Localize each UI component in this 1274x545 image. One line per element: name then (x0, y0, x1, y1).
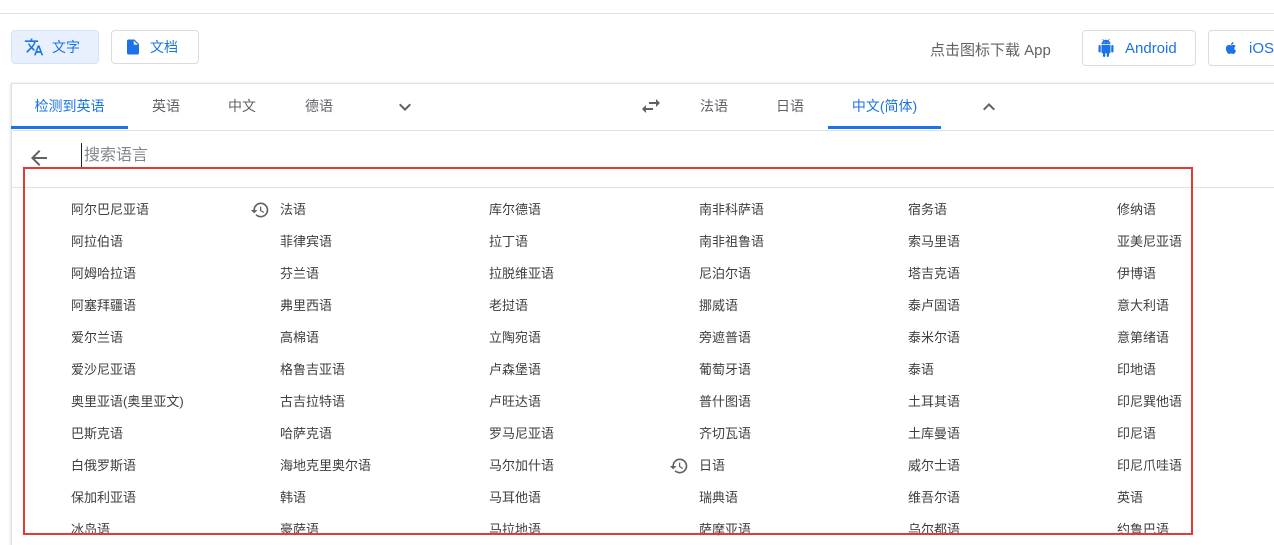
back-arrow-icon[interactable] (27, 146, 51, 170)
language-option[interactable]: 南非祖鲁语 (699, 233, 764, 251)
language-option[interactable]: 阿拉伯语 (71, 233, 123, 251)
chevron-up-icon[interactable] (977, 95, 1001, 119)
tab-source-english[interactable]: 英语 (135, 84, 197, 128)
translate-icon (24, 38, 44, 56)
language-option[interactable]: 阿姆哈拉语 (71, 265, 136, 283)
language-option[interactable]: 罗马尼亚语 (489, 425, 554, 443)
android-label: Android (1125, 39, 1177, 57)
top-divider (0, 0, 1274, 14)
language-option[interactable]: 保加利亚语 (71, 489, 136, 507)
language-option[interactable]: 威尔士语 (908, 457, 960, 475)
language-option[interactable]: 阿尔巴尼亚语 (71, 201, 149, 219)
language-search-row (11, 131, 1274, 188)
language-option[interactable]: 古吉拉特语 (280, 393, 345, 411)
language-option[interactable]: 尼泊尔语 (699, 265, 751, 283)
language-option[interactable]: 爱沙尼亚语 (71, 361, 136, 379)
history-icon (669, 458, 688, 474)
language-option[interactable]: 旁遮普语 (699, 329, 751, 347)
language-option[interactable]: 卢旺达语 (489, 393, 541, 411)
language-option[interactable]: 挪威语 (699, 297, 738, 315)
language-option[interactable]: 巴斯克语 (71, 425, 123, 443)
tab-source-chinese[interactable]: 中文 (211, 84, 273, 128)
language-option[interactable]: 塔吉克语 (908, 265, 960, 283)
language-option[interactable]: 海地克里奥尔语 (280, 457, 371, 475)
language-option[interactable]: 葡萄牙语 (699, 361, 751, 379)
language-option[interactable]: 印地语 (1117, 361, 1156, 379)
language-option[interactable]: 奥里亚语(奥里亚文) (71, 393, 184, 411)
language-option[interactable]: 白俄罗斯语 (71, 457, 136, 475)
language-option[interactable]: 芬兰语 (280, 265, 319, 283)
language-option[interactable]: 英语 (1117, 489, 1143, 507)
document-icon (127, 39, 139, 55)
language-option[interactable]: 约鲁巴语 (1117, 521, 1169, 539)
download-app-label: 点击图标下载 App (930, 42, 1051, 59)
language-option[interactable]: 格鲁吉亚语 (280, 361, 345, 379)
language-option[interactable]: 乌尔都语 (908, 521, 960, 539)
language-option[interactable]: 索马里语 (908, 233, 960, 251)
android-download-button[interactable]: Android (1082, 30, 1196, 66)
chevron-down-icon[interactable] (393, 95, 417, 119)
language-option[interactable]: 土库曼语 (908, 425, 960, 443)
language-option[interactable]: 老挝语 (489, 297, 528, 315)
language-tabs: 检测到英语 英语 中文 德语 法语 日语 中文(简体) (11, 84, 1274, 131)
language-option[interactable]: 修纳语 (1117, 201, 1156, 219)
language-option[interactable]: 土耳其语 (908, 393, 960, 411)
language-option[interactable]: 马尔加什语 (489, 457, 554, 475)
tab-target-french[interactable]: 法语 (683, 84, 745, 128)
apple-icon (1225, 42, 1237, 55)
language-option[interactable]: 冰岛语 (71, 521, 110, 539)
language-option[interactable]: 印尼语 (1117, 425, 1156, 443)
language-option[interactable]: 韩语 (280, 489, 306, 507)
language-option[interactable]: 爱尔兰语 (71, 329, 123, 347)
language-option[interactable]: 南非科萨语 (699, 201, 764, 219)
tab-target-chinese-simplified[interactable]: 中文(简体) (828, 84, 941, 129)
language-option[interactable]: 菲律宾语 (280, 233, 332, 251)
swap-languages-icon[interactable] (639, 94, 663, 118)
android-icon (1098, 39, 1114, 57)
tab-source-german[interactable]: 德语 (288, 84, 350, 128)
language-option[interactable]: 意大利语 (1117, 297, 1169, 315)
language-option[interactable]: 泰米尔语 (908, 329, 960, 347)
language-option[interactable]: 泰卢固语 (908, 297, 960, 315)
language-option[interactable]: 拉丁语 (489, 233, 528, 251)
ios-download-button[interactable]: iOS (1208, 30, 1274, 66)
language-option[interactable]: 瑞典语 (699, 489, 738, 507)
language-option[interactable]: 马耳他语 (489, 489, 541, 507)
language-option[interactable]: 立陶宛语 (489, 329, 541, 347)
language-option[interactable]: 印尼爪哇语 (1117, 457, 1182, 475)
language-option[interactable]: 库尔德语 (489, 201, 541, 219)
language-search-input[interactable] (81, 143, 584, 169)
text-mode-label: 文字 (52, 39, 80, 55)
tab-source-detect[interactable]: 检测到英语 (11, 84, 128, 129)
history-icon (250, 202, 269, 218)
language-option[interactable]: 日语 (699, 457, 725, 475)
language-option[interactable]: 法语 (280, 201, 306, 219)
language-option[interactable]: 高棉语 (280, 329, 319, 347)
language-option[interactable]: 普什图语 (699, 393, 751, 411)
language-option[interactable]: 意第绪语 (1117, 329, 1169, 347)
language-option[interactable]: 萨摩亚语 (699, 521, 751, 539)
language-option[interactable]: 哈萨克语 (280, 425, 332, 443)
language-option[interactable]: 卢森堡语 (489, 361, 541, 379)
document-mode-button[interactable]: 文档 (111, 30, 199, 64)
language-option[interactable]: 泰语 (908, 361, 934, 379)
language-option[interactable]: 印尼巽他语 (1117, 393, 1182, 411)
language-option[interactable]: 弗里西语 (280, 297, 332, 315)
language-option[interactable]: 维吾尔语 (908, 489, 960, 507)
ios-label: iOS (1249, 39, 1274, 57)
text-mode-button[interactable]: 文字 (11, 30, 99, 64)
language-option[interactable]: 亚美尼亚语 (1117, 233, 1182, 251)
language-option[interactable]: 齐切瓦语 (699, 425, 751, 443)
language-option[interactable]: 拉脱维亚语 (489, 265, 554, 283)
language-option[interactable]: 伊博语 (1117, 265, 1156, 283)
language-option[interactable]: 马拉地语 (489, 521, 541, 539)
language-option[interactable]: 阿塞拜疆语 (71, 297, 136, 315)
document-mode-label: 文档 (150, 39, 178, 55)
language-option[interactable]: 豪萨语 (280, 521, 319, 539)
language-option[interactable]: 宿务语 (908, 201, 947, 219)
tab-target-japanese[interactable]: 日语 (759, 84, 821, 128)
